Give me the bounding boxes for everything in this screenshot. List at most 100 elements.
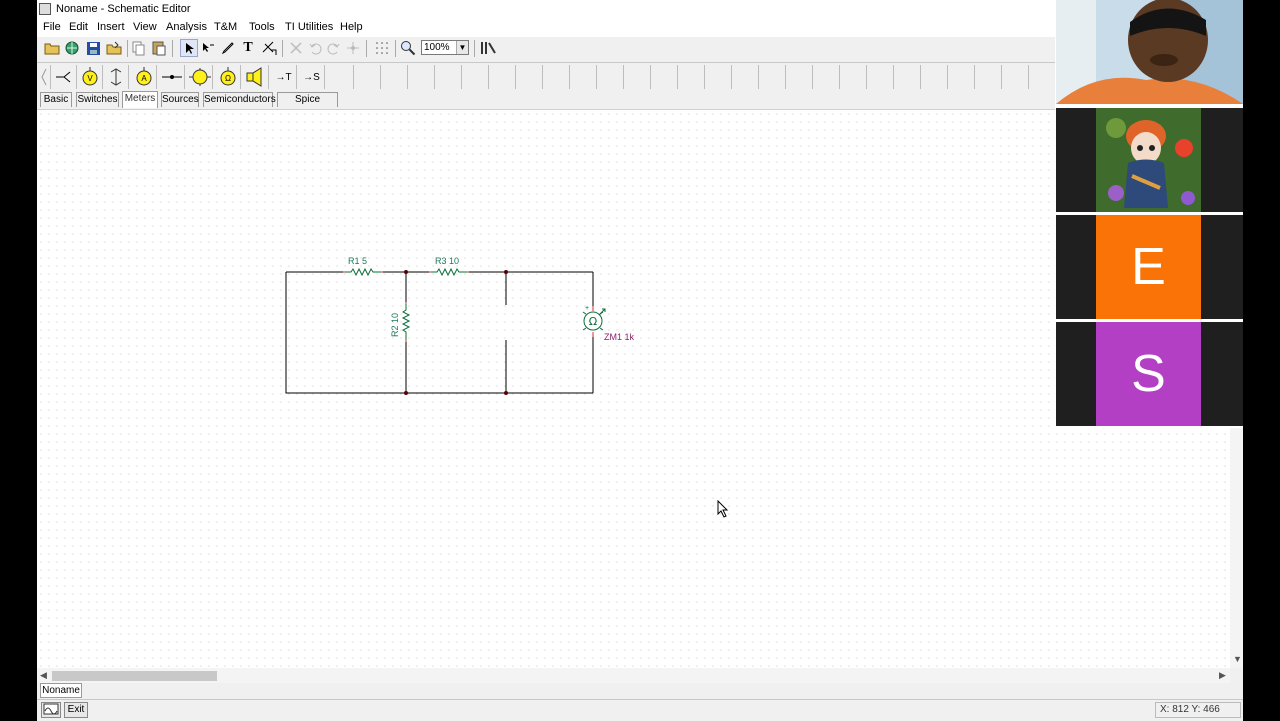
video-call-panel: E S [1055, 0, 1243, 428]
empty-part-slot [327, 65, 354, 89]
empty-part-slot [975, 65, 1002, 89]
ohm-symbol: Ω [589, 315, 597, 328]
empty-part-slot [813, 65, 840, 89]
grid-toggle-icon[interactable] [373, 39, 391, 57]
ohmmeter-icon[interactable]: Ω [215, 65, 241, 89]
participant-s-tile[interactable]: S [1056, 322, 1243, 426]
horizontal-scrollbar[interactable]: ◀ ▶ [37, 668, 1230, 683]
junction-dots [404, 270, 508, 395]
paste-icon[interactable] [150, 39, 168, 57]
empty-part-slot [705, 65, 732, 89]
open-folder-icon[interactable] [43, 39, 61, 57]
wire-select-icon[interactable] [199, 39, 217, 57]
menu-help[interactable]: Help [340, 21, 363, 33]
ohmmeter-zm1[interactable]: Ω + [582, 305, 606, 337]
current-arrow-icon[interactable] [103, 65, 129, 89]
empty-part-slot [894, 65, 921, 89]
empty-part-slot [732, 65, 759, 89]
select-arrow-icon[interactable] [180, 39, 198, 57]
tools-icon[interactable] [479, 39, 497, 57]
probe-icon[interactable] [159, 65, 185, 89]
participant-initial-e: E [1096, 215, 1201, 319]
svg-text:A: A [141, 74, 147, 83]
text-tool-icon[interactable]: T [239, 39, 257, 57]
schematic-canvas[interactable]: Ω + R1 5 R3 10 R2 10 ZM1 1k [37, 109, 1230, 669]
r3-label: R3 10 [435, 256, 459, 266]
terminal-s-icon[interactable]: →S [299, 65, 325, 89]
menu-file[interactable]: File [43, 21, 61, 33]
menu-view[interactable]: View [133, 21, 157, 33]
document-tab[interactable]: Noname [40, 683, 82, 698]
app-icon [39, 3, 51, 15]
zoom-select[interactable]: 100% ▼ [421, 40, 469, 55]
resistor-r1[interactable] [343, 267, 383, 277]
toolbar-separator [395, 40, 396, 57]
tab-switches[interactable]: Switches [76, 92, 119, 107]
parts-toolbar: V A Ω →T →S [37, 62, 1057, 91]
voltage-pin-icon[interactable] [51, 65, 77, 89]
empty-part-slot [840, 65, 867, 89]
tab-semiconductors[interactable]: Semiconductors [203, 92, 276, 107]
chevron-down-icon[interactable]: ▼ [456, 41, 468, 54]
empty-part-slot [786, 65, 813, 89]
cut-disabled-icon[interactable] [287, 39, 305, 57]
scroll-right-icon[interactable]: ▶ [1219, 670, 1226, 681]
ammeter-icon[interactable]: A [131, 65, 157, 89]
label-tool-icon[interactable] [260, 39, 278, 57]
empty-part-slot [651, 65, 678, 89]
menu-tm[interactable]: T&M [214, 21, 237, 33]
exit-button[interactable]: Exit [64, 702, 88, 718]
terminal-t-icon[interactable]: →T [271, 65, 297, 89]
empty-part-slot [543, 65, 570, 89]
speaker-icon[interactable] [243, 65, 269, 89]
save-icon[interactable] [84, 39, 102, 57]
open-recent-icon[interactable] [105, 39, 123, 57]
empty-part-slot [678, 65, 705, 89]
empty-part-slot [867, 65, 894, 89]
resistor-r2[interactable] [401, 302, 411, 342]
resistor-r3[interactable] [429, 267, 469, 277]
parts-scroll-left-icon[interactable] [37, 65, 51, 89]
copy-icon[interactable] [130, 39, 148, 57]
empty-part-slot [759, 65, 786, 89]
pencil-icon[interactable] [219, 39, 237, 57]
web-open-icon[interactable] [63, 39, 81, 57]
menu-edit[interactable]: Edit [69, 21, 88, 33]
status-bar: Exit X: 812 Y: 466 [37, 699, 1243, 721]
participant-avatar-tile[interactable] [1056, 108, 1243, 212]
menu-tools[interactable]: Tools [249, 21, 275, 33]
zm1-label: ZM1 1k [604, 332, 635, 342]
toolbar-separator [172, 40, 173, 57]
participant-initial-s: S [1096, 322, 1201, 426]
empty-part-slot [948, 65, 975, 89]
junction-icon[interactable] [344, 39, 362, 57]
oscilloscope-icon[interactable] [41, 702, 61, 718]
empty-part-slot [624, 65, 651, 89]
wattmeter-icon[interactable] [187, 65, 213, 89]
menu-insert[interactable]: Insert [97, 21, 125, 33]
wires [285, 271, 594, 394]
scroll-thumb[interactable] [52, 671, 217, 681]
tab-sources[interactable]: Sources [161, 92, 199, 107]
participant-e-tile[interactable]: E [1056, 215, 1243, 319]
r1-label: R1 5 [348, 256, 367, 266]
tab-spice-macros[interactable]: Spice Macros [277, 92, 338, 119]
doll-avatar-image [1096, 108, 1201, 212]
participant-camera-tile[interactable] [1056, 0, 1243, 104]
redo-icon[interactable] [325, 39, 343, 57]
menu-analysis[interactable]: Analysis [166, 21, 207, 33]
svg-text:V: V [87, 74, 93, 83]
scroll-left-icon[interactable]: ◀ [40, 670, 47, 681]
tab-basic[interactable]: Basic [40, 92, 72, 107]
voltmeter-icon[interactable]: V [77, 65, 103, 89]
tab-meters[interactable]: Meters [122, 91, 158, 108]
circuit-diagram: Ω + R1 5 R3 10 R2 10 ZM1 1k [285, 256, 635, 395]
menu-ti-utilities[interactable]: TI Utilities [285, 21, 333, 33]
undo-icon[interactable] [306, 39, 324, 57]
toolbar-separator [127, 40, 128, 57]
empty-part-slot [408, 65, 435, 89]
zoom-icon[interactable] [399, 39, 417, 57]
mouse-cursor-icon [717, 500, 729, 518]
scroll-down-icon[interactable]: ▼ [1233, 654, 1242, 664]
empty-part-slot [381, 65, 408, 89]
